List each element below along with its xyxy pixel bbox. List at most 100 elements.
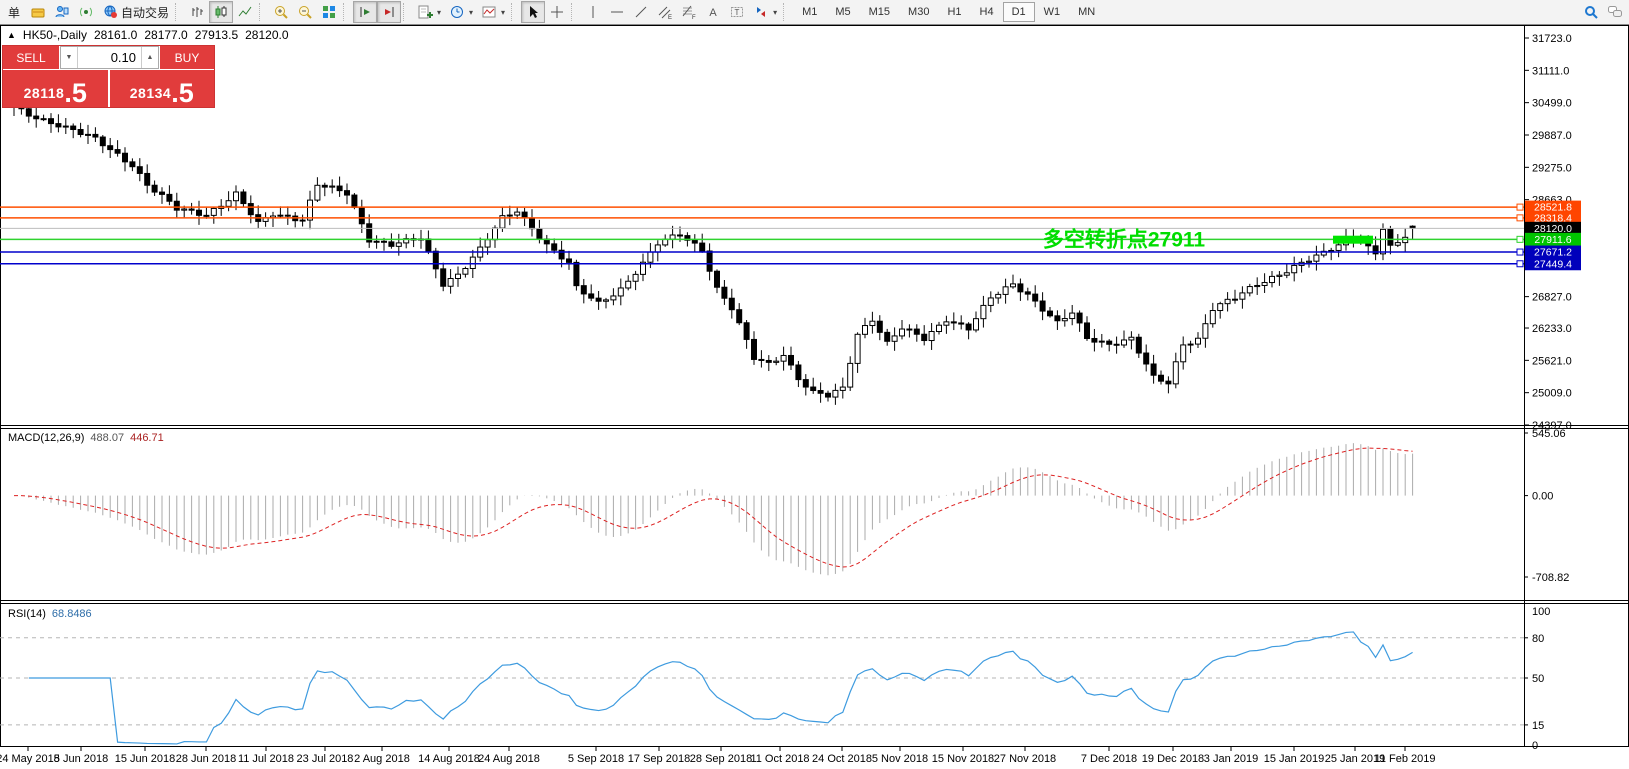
svg-text:29887.0: 29887.0: [1532, 130, 1572, 142]
volume-decrease-icon[interactable]: ▼: [61, 47, 78, 68]
buy-price[interactable]: 28134 .5: [109, 70, 214, 107]
svg-text:27671.2: 27671.2: [1534, 247, 1572, 259]
macd-histogram: [20, 443, 1414, 576]
date-label: 2 Aug 2018: [354, 753, 410, 765]
date-label: 23 Jul 2018: [297, 753, 354, 765]
templates-icon: [482, 6, 496, 18]
cursor-icon[interactable]: [521, 1, 546, 23]
svg-text:27449.4: 27449.4: [1534, 258, 1572, 270]
new-order-button[interactable]: 单: [2, 1, 26, 23]
autotrading-button: [104, 5, 117, 18]
line-chart-icon[interactable]: [233, 1, 257, 23]
svg-text:31111.0: 31111.0: [1532, 65, 1569, 77]
turning-point-annotation[interactable]: 多空转折点27911: [1043, 227, 1206, 251]
zoom-out-icon[interactable]: [293, 1, 317, 23]
search-icon: [1585, 6, 1598, 19]
svg-text:T: T: [735, 8, 740, 17]
arrows-icon[interactable]: ▾: [749, 1, 781, 23]
arrows-icon: [757, 7, 766, 17]
indicators-icon[interactable]: ▾: [413, 1, 445, 23]
autotrading-button[interactable]: 自动交易: [98, 1, 173, 23]
timeframe-m5-button[interactable]: M5: [826, 2, 859, 22]
text-label-icon[interactable]: T: [725, 1, 749, 23]
text-label-icon: T: [731, 7, 744, 17]
date-label: 11 Oct 2018: [750, 753, 809, 765]
crosshair-icon[interactable]: [545, 1, 569, 23]
macd-label: MACD(12,26,9) 488.07 446.71: [8, 432, 164, 444]
timeframe-d1-button[interactable]: D1: [1002, 2, 1035, 22]
text-icon: A: [709, 7, 717, 19]
chart-title: ▲ HK50-,Daily 28161.0 28177.0 27913.5 28…: [7, 28, 289, 42]
date-label: 7 Dec 2018: [1081, 753, 1137, 765]
horizontal-line-icon[interactable]: [605, 1, 629, 23]
date-label: 11 Jul 2018: [238, 753, 294, 765]
templates-icon[interactable]: ▾: [477, 1, 509, 23]
timeframe-m15-button[interactable]: M15: [860, 2, 899, 22]
history-icon: [31, 8, 45, 18]
auto-scroll-icon[interactable]: [353, 1, 378, 23]
date-label: 24 Aug 2018: [478, 753, 540, 765]
tile-windows-icon[interactable]: [317, 1, 341, 23]
bar-chart-icon[interactable]: [185, 1, 209, 23]
timeframe-h1-button[interactable]: H1: [938, 2, 970, 22]
sell-button[interactable]: SELL: [3, 46, 59, 69]
panel-toggle-icon[interactable]: ▲: [7, 30, 16, 40]
chart-shift-icon[interactable]: [377, 1, 402, 23]
date-label: 28 Sep 2018: [690, 753, 752, 765]
svg-text:30499.0: 30499.0: [1532, 98, 1572, 110]
ohlc-close: 28120.0: [245, 28, 289, 42]
search-icon[interactable]: [1579, 1, 1603, 23]
buy-button[interactable]: BUY: [160, 46, 214, 69]
fibonacci-icon: F: [682, 5, 696, 20]
date-label: 28 Jun 2018: [176, 753, 237, 765]
volume-increase-icon[interactable]: ▲: [141, 47, 158, 68]
date-label: 5 Sep 2018: [568, 753, 624, 765]
fibonacci-icon[interactable]: F: [677, 1, 701, 23]
timeframe-m1-button[interactable]: M1: [793, 2, 826, 22]
rsi-line: [28, 631, 1413, 745]
broadcast-icon[interactable]: [74, 1, 98, 23]
highlight-level-bar[interactable]: [1333, 235, 1373, 244]
crosshair-icon: [551, 6, 564, 18]
rsi-panel: 80 50 15 100 0: [0, 606, 1550, 752]
sell-price[interactable]: 28118 .5: [3, 70, 108, 107]
symbol-period-label: HK50-,Daily: [22, 28, 87, 42]
vertical-line-icon[interactable]: [581, 1, 605, 23]
date-axis: 24 May 20185 Jun 2018 15 Jun 2018 28 Jun 2…: [0, 747, 1435, 765]
chart-window[interactable]: 多空转折点27911 31723.0 31111.0 30499.0 29887.0 29…: [0, 25, 1629, 769]
periods-icon[interactable]: ▾: [445, 1, 477, 23]
volume-stepper: ▼ 0.10 ▲: [60, 46, 159, 69]
timeframe-w1-button[interactable]: W1: [1035, 2, 1070, 22]
zoom-in-icon[interactable]: [269, 1, 293, 23]
chevron-down-icon: ▾: [437, 7, 442, 17]
chat-icon[interactable]: [1603, 1, 1627, 23]
trendline-icon[interactable]: [629, 1, 653, 23]
history-icon[interactable]: [26, 1, 50, 23]
date-label: 15 Jan 2019: [1264, 753, 1325, 765]
signals-icon: [55, 6, 69, 18]
equidistant-channel-icon[interactable]: E: [653, 1, 677, 23]
timeframe-mn-button[interactable]: MN: [1069, 2, 1104, 22]
signals-icon[interactable]: [50, 1, 74, 23]
svg-text:A: A: [709, 7, 717, 19]
svg-text:15: 15: [1532, 720, 1544, 732]
macd-axis: 545.06 0.00 -708.82: [1524, 428, 1569, 584]
volume-input[interactable]: 0.10: [78, 47, 141, 68]
candlestick-chart-icon: [215, 6, 227, 18]
candlestick-chart-icon[interactable]: [209, 1, 234, 23]
timeframe-m30-button[interactable]: M30: [899, 2, 938, 22]
ohlc-low: 27913.5: [194, 28, 239, 42]
horizontal-line-icon: [611, 11, 624, 13]
toolbar-separator: [343, 3, 349, 21]
chart-canvas[interactable]: 多空转折点27911 31723.0 31111.0 30499.0 29887.0 29…: [0, 25, 1629, 769]
date-label: 24 Oct 2018: [812, 753, 872, 765]
ohlc-open: 28161.0: [93, 28, 138, 42]
chart-shift-icon: [385, 7, 394, 17]
svg-text:F: F: [692, 15, 696, 20]
text-icon[interactable]: A: [701, 1, 725, 23]
rsi-value: 68.8486: [51, 608, 92, 620]
trendline-icon: [635, 6, 647, 18]
main-toolbar: 单 自动交易 ▾ ▾ ▾ E F A T ▾ M1 M5 M15 M30 H1 H4 D1 W1 MN: [0, 0, 1629, 25]
date-label: 14 Aug 2018: [418, 753, 480, 765]
timeframe-h4-button[interactable]: H4: [971, 2, 1003, 22]
